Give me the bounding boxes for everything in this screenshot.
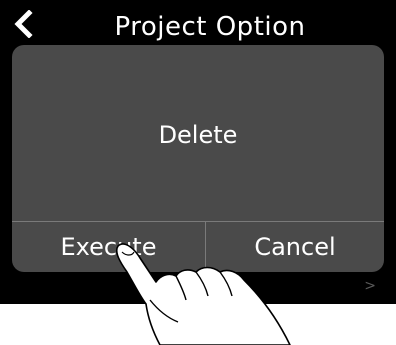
cancel-button[interactable]: Cancel <box>206 222 384 272</box>
execute-button[interactable]: Execute <box>12 222 205 272</box>
device-screen: Project Option > Delete Execute Cancel <box>0 0 396 304</box>
confirm-dialog: Delete Execute Cancel <box>12 45 384 272</box>
page-title: Project Option <box>114 12 306 42</box>
header-bar: Project Option <box>0 0 396 46</box>
chevron-right-icon: > <box>364 278 376 294</box>
dialog-message: Delete <box>158 121 238 149</box>
